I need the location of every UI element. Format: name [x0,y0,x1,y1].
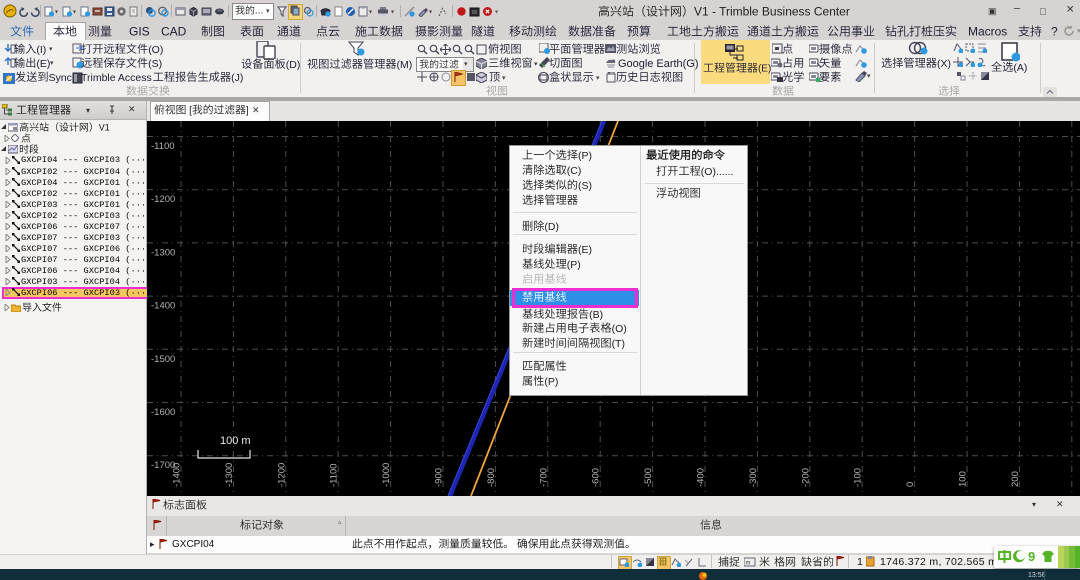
svg-text:Google Earth(G): Google Earth(G) [618,58,698,70]
svg-text:-600: -600 [591,468,602,487]
svg-text:CAD: CAD [161,25,187,39]
svg-text:GIS: GIS [129,25,150,39]
svg-text:V1: V1 [99,123,110,133]
svg-text:▾: ▾ [50,60,54,67]
svg-text:□: □ [1040,7,1046,18]
svg-text:▾: ▾ [55,9,58,15]
svg-text:▾: ▾ [1032,500,1036,509]
svg-text:Trimble Access: Trimble Access [81,73,152,84]
svg-text:(C): (C) [567,166,582,177]
svg-text:Macros: Macros [968,25,1007,39]
svg-text:▾: ▾ [266,8,270,15]
svg-text:(E): (E) [36,59,50,70]
svg-text:(O): (O) [612,324,627,335]
svg-text:(P): (P) [544,376,558,387]
svg-text:]: ] [246,106,249,117]
svg-text:▾: ▾ [534,61,538,68]
svg-text:-1300: -1300 [151,247,175,258]
svg-text:▾: ▾ [464,61,468,68]
svg-text:-1500: -1500 [151,354,175,365]
svg-text:(E): (E) [578,244,592,255]
svg-text:(M): (M) [397,60,413,71]
svg-text:–: – [1014,3,1021,15]
svg-text:...: ... [255,6,263,17]
svg-text:(D): (D) [286,60,301,71]
svg-text:-1400: -1400 [151,301,175,312]
svg-text:▣: ▣ [988,6,996,16]
svg-text:▾: ▾ [495,9,498,15]
svg-text:▵: ▵ [338,519,342,526]
svg-text:(A): (A) [1013,63,1027,74]
svg-text:[: [ [186,106,192,117]
svg-text:(O): (O) [148,45,163,56]
svg-text:?: ? [1051,25,1058,39]
svg-text:-1300: -1300 [224,463,235,487]
svg-text:▾: ▾ [391,9,394,15]
svg-text:-1200: -1200 [276,463,287,487]
svg-text:▾: ▾ [49,46,53,53]
svg-text:(S): (S) [578,181,592,192]
svg-text:-300: -300 [748,468,759,487]
svg-text:-1200: -1200 [151,194,175,205]
svg-text:(S): (S) [148,59,162,70]
svg-text:(D): (D) [544,222,559,233]
svg-text:-900: -900 [434,468,445,487]
svg-text:(B): (B) [589,309,603,320]
svg-text:(T): (T) [612,338,625,349]
svg-text:-1000: -1000 [381,463,392,487]
svg-text:-700: -700 [538,468,549,487]
svg-text:-100: -100 [853,468,864,487]
svg-text:(J): (J) [231,73,243,84]
svg-text:▾: ▾ [867,73,871,80]
svg-text:-200: -200 [800,468,811,487]
svg-text:V1 - Trimble Business Center: V1 - Trimble Business Center [694,5,850,19]
svg-text:(P): (P) [578,150,592,161]
svg-text:▾: ▾ [502,75,506,82]
svg-text:✕: ✕ [1056,499,1064,509]
svg-text:▾: ▾ [86,106,90,115]
svg-text:-1400: -1400 [172,463,183,487]
svg-text:-800: -800 [486,468,497,487]
svg-text:(X): (X) [937,59,951,70]
svg-text:-1100: -1100 [329,463,340,487]
svg-text:▾: ▾ [73,9,76,15]
svg-text:(O)......: (O)...... [701,167,734,178]
svg-text:100: 100 [958,471,969,487]
svg-text:▾: ▾ [429,9,432,15]
svg-text:-500: -500 [643,468,654,487]
svg-text:▸: ▸ [150,539,155,549]
svg-text:0: 0 [905,482,916,487]
svg-text:-1600: -1600 [151,407,175,418]
svg-text:✕: ✕ [252,105,260,115]
svg-text:(P): (P) [567,259,581,270]
svg-text:Sync: Sync [49,73,72,84]
svg-text:▾: ▾ [596,75,600,82]
svg-text:-1100: -1100 [151,141,175,152]
svg-text:✕: ✕ [128,104,136,114]
svg-text:▾: ▾ [369,9,372,15]
svg-text:-400: -400 [696,468,707,487]
svg-text:(E): (E) [758,64,771,75]
svg-text:(I): (I) [36,45,46,56]
svg-text:100 m: 100 m [220,435,251,447]
svg-text:✕: ✕ [1066,5,1074,16]
svg-text:m: m [746,561,751,567]
svg-text:200: 200 [1010,471,1021,487]
